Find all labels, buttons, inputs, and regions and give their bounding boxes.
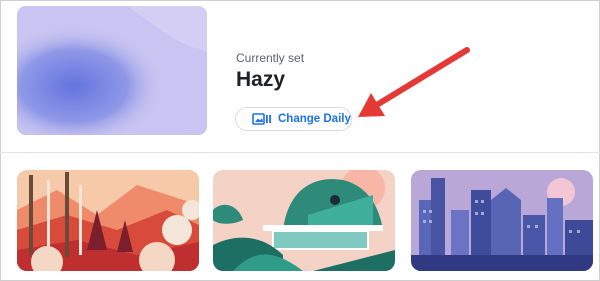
- wallpaper-thumbnail-modern-house[interactable]: [213, 170, 395, 271]
- currently-set-label: Currently set: [236, 51, 305, 65]
- current-wallpaper-preview: [17, 6, 207, 135]
- wallpaper-thumbnail-autumn-forest[interactable]: [17, 170, 199, 271]
- wallpaper-thumbnail-city-skyline[interactable]: [411, 170, 593, 271]
- section-divider: [0, 152, 600, 153]
- change-daily-label: Change Daily: [278, 113, 351, 125]
- change-daily-button[interactable]: Change Daily: [235, 107, 352, 131]
- wallpaper-slideshow-icon: [252, 112, 272, 126]
- current-wallpaper-name: Hazy: [236, 68, 286, 91]
